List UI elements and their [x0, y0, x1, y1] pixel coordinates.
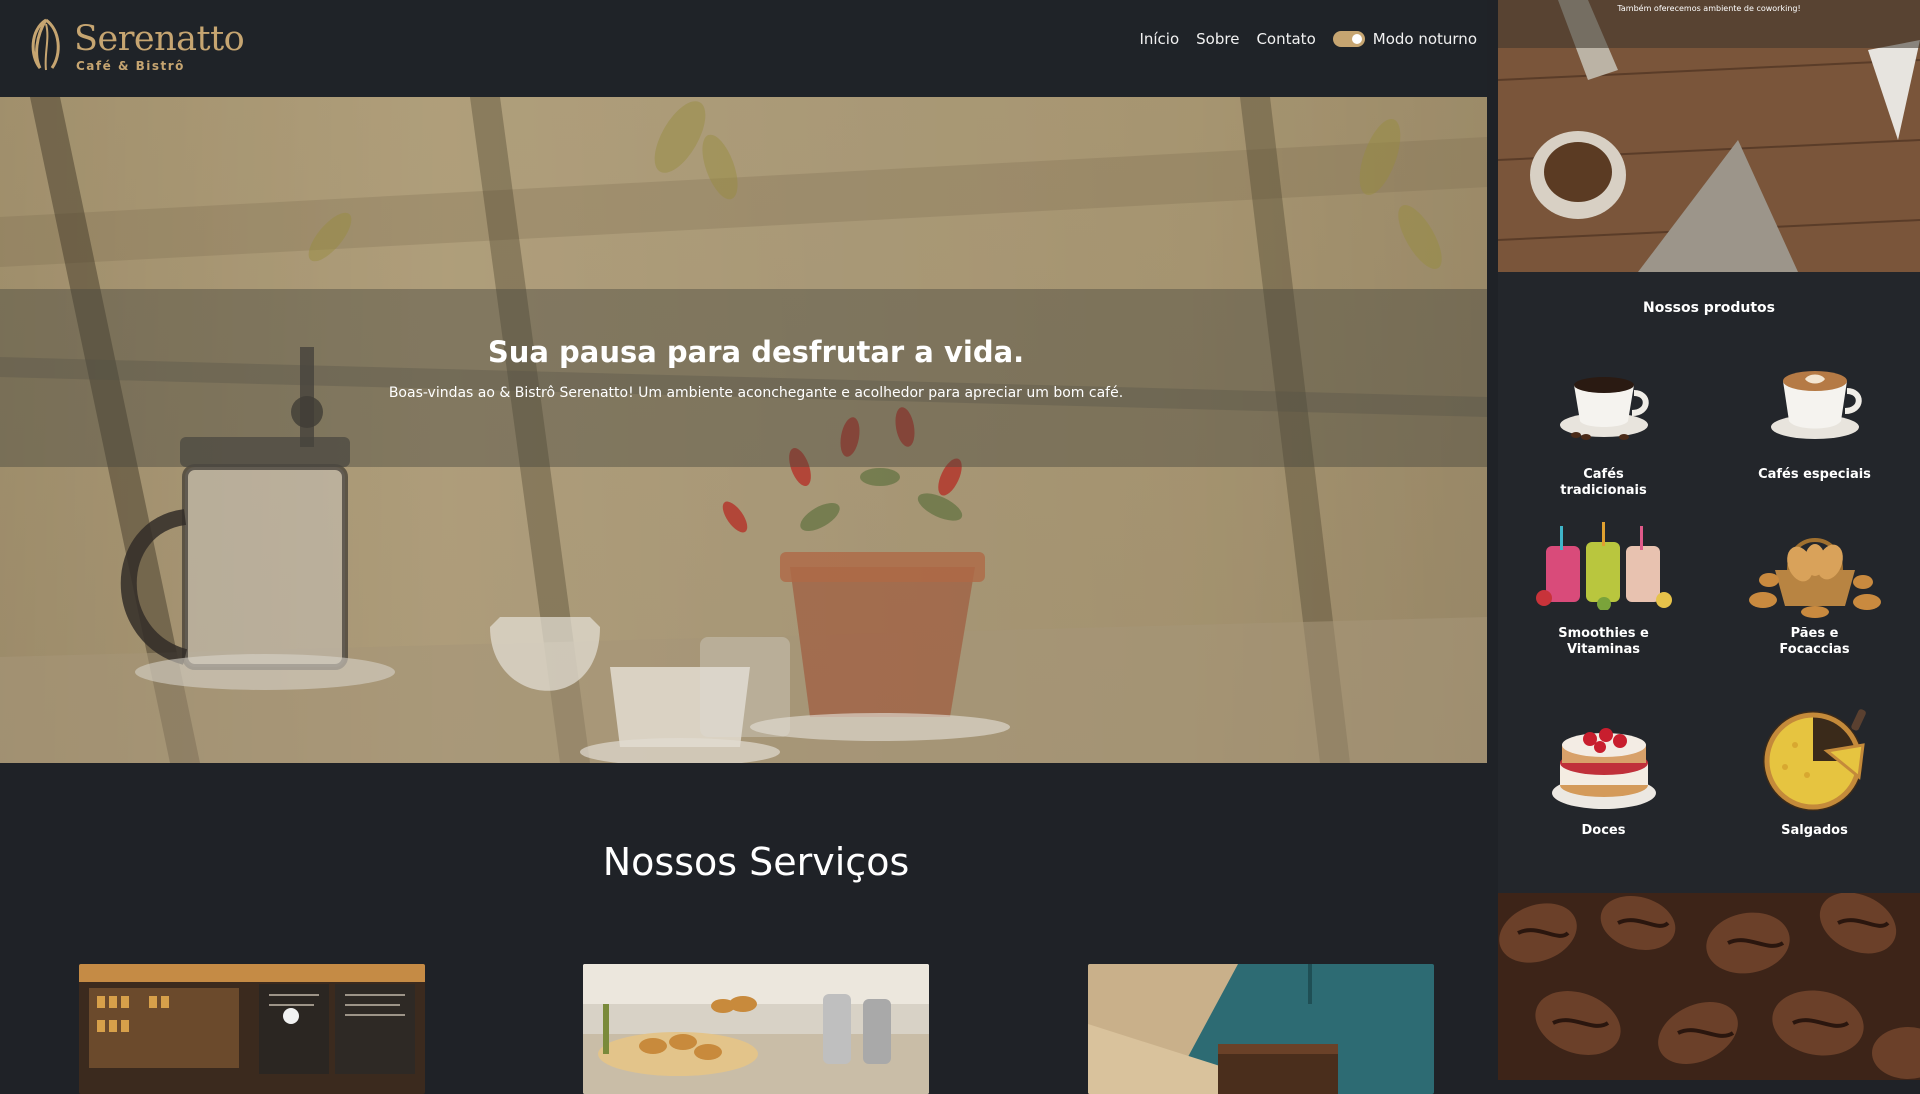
product-label: Doces [1581, 823, 1626, 838]
product-paes[interactable]: Pães e Focaccias [1709, 520, 1920, 658]
product-label: Cafés tradicionais [1560, 467, 1647, 498]
product-smoothies[interactable]: Smoothies e Vitaminas [1498, 520, 1709, 658]
nav-link-contato[interactable]: Contato [1256, 30, 1315, 48]
services-title: Nossos Serviços [602, 840, 910, 884]
coffee-cup-icon [1559, 377, 1649, 440]
product-label: Smoothies e Vitaminas [1558, 626, 1649, 657]
service-card-buffet[interactable] [583, 964, 929, 1094]
coworking-caption-bar: Também oferecemos ambiente de coworking! [1498, 0, 1920, 48]
nav-link-inicio[interactable]: Início [1139, 30, 1179, 48]
coworking-caption: Também oferecemos ambiente de coworking! [1617, 4, 1801, 13]
bread-basket-icon [1748, 538, 1881, 618]
main-nav: Início Sobre Contato Modo noturno [1139, 30, 1477, 48]
site-header: Serenatto Café & Bistrô Início Sobre Con… [0, 0, 1487, 97]
product-label: Cafés especiais [1758, 467, 1871, 482]
product-doces[interactable]: Doces [1498, 705, 1709, 839]
buffet-image [583, 964, 929, 1094]
dark-mode-label: Modo noturno [1372, 30, 1477, 48]
nav-link-sobre[interactable]: Sobre [1196, 30, 1239, 48]
product-cafes-tradicionais[interactable]: Cafés tradicionais [1498, 355, 1709, 499]
coffee-bean-logo-icon [31, 18, 60, 71]
brand-tagline: Café & Bistrô [76, 59, 185, 73]
main-column: Serenatto Café & Bistrô Início Sobre Con… [0, 0, 1487, 1094]
side-panel: Também oferecemos ambiente de coworking!… [1498, 0, 1920, 1080]
coffee-beans-image [1498, 893, 1920, 1080]
quiche-icon [1762, 709, 1866, 811]
product-cafes-especiais[interactable]: Cafés especiais [1709, 355, 1920, 483]
cafe-counter-image [79, 964, 425, 1094]
toggle-knob [1351, 34, 1362, 44]
products-title: Nossos produtos [1642, 300, 1775, 316]
service-card-cafeteria[interactable] [79, 964, 425, 1094]
product-label: Pães e Focaccias [1779, 626, 1850, 657]
coffee-beans-banner [1498, 893, 1920, 1080]
brand-logo[interactable]: Serenatto Café & Bistrô [24, 16, 245, 73]
coworking-banner[interactable]: Também oferecemos ambiente de coworking! [1498, 0, 1920, 272]
latte-art-icon [1770, 371, 1862, 439]
hero-title: Sua pausa para desfrutar a vida. [487, 335, 1025, 369]
dark-mode-toggle[interactable] [1332, 31, 1365, 47]
delivery-box-image [1088, 964, 1434, 1094]
service-card-delivery[interactable] [1088, 964, 1434, 1094]
hero-banner: Sua pausa para desfrutar a vida. Boas-vi… [0, 97, 1487, 763]
cake-icon [1551, 728, 1656, 809]
hero-text-band [0, 289, 1487, 467]
hero-subtitle: Boas-vindas ao & Bistrô Serenatto! Um am… [388, 385, 1124, 401]
smoothie-icon [1535, 522, 1672, 610]
product-label: Salgados [1781, 823, 1848, 838]
product-salgados[interactable]: Salgados [1709, 705, 1920, 839]
brand-name: Serenatto [74, 19, 245, 59]
